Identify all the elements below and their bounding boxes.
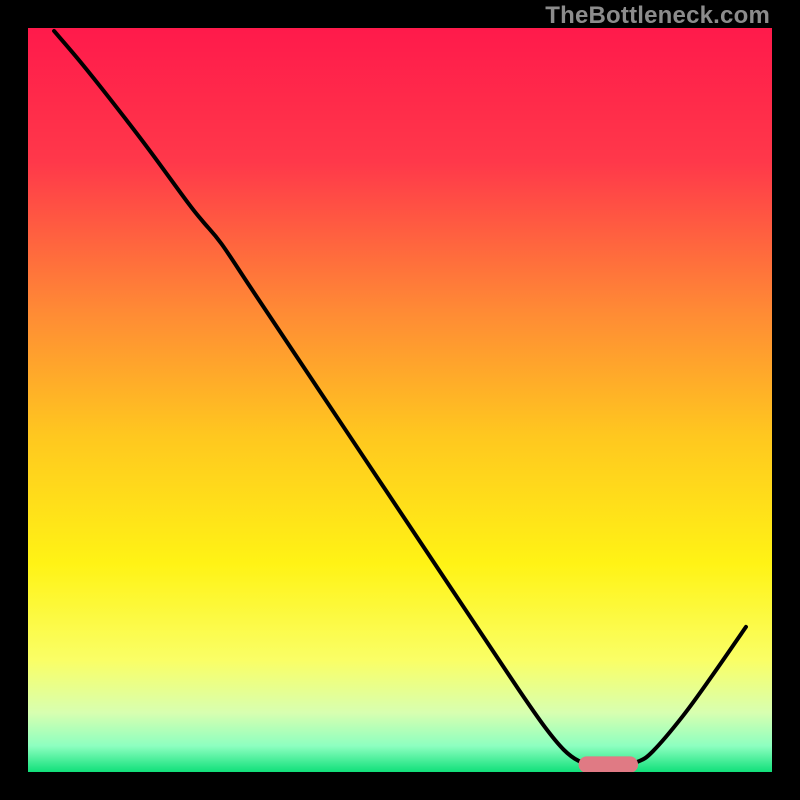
optimal-marker <box>579 756 639 772</box>
chart-canvas <box>28 28 772 772</box>
bottleneck-chart <box>28 28 772 772</box>
site-watermark: TheBottleneck.com <box>545 2 770 30</box>
frame: TheBottleneck.com <box>0 0 800 800</box>
